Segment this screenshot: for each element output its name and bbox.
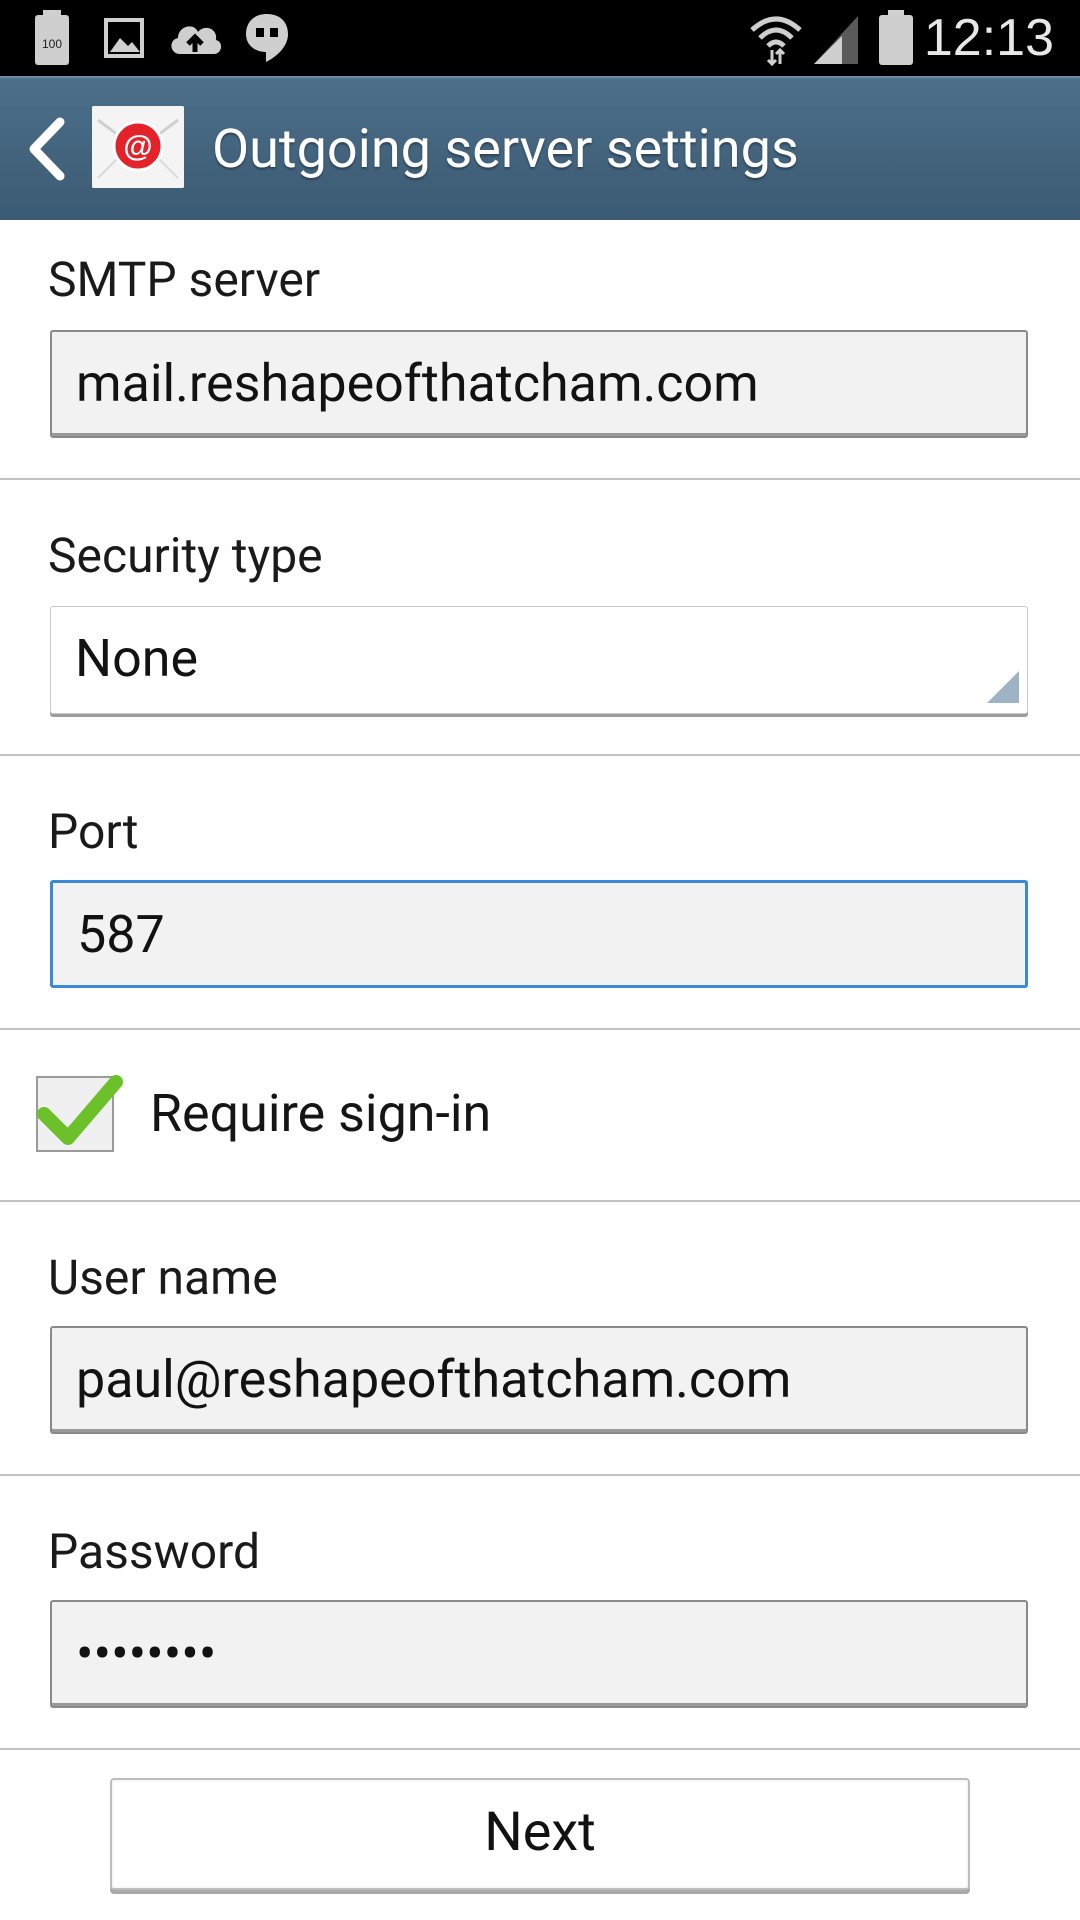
divider <box>0 1474 1080 1476</box>
password-label: Password <box>48 1523 261 1580</box>
chevron-left-icon[interactable] <box>26 116 70 182</box>
checkmark-icon <box>37 1075 123 1145</box>
dropdown-corner-icon <box>987 671 1019 703</box>
svg-text:@: @ <box>123 130 152 163</box>
security-type-value: None <box>75 628 199 689</box>
battery-icon <box>879 10 913 65</box>
divider <box>0 478 1080 480</box>
next-button[interactable]: Next <box>110 1778 970 1890</box>
svg-text:100: 100 <box>42 37 62 51</box>
wifi-icon <box>750 16 802 66</box>
battery-100-icon: 100 <box>35 10 69 65</box>
status-bar: 100 12:13 <box>0 0 1080 76</box>
divider <box>0 1028 1080 1030</box>
user-name-label: User name <box>48 1249 278 1306</box>
divider <box>0 1748 1080 1750</box>
divider <box>0 1200 1080 1202</box>
email-app-icon[interactable]: @ <box>92 106 184 188</box>
smtp-server-input[interactable]: mail.reshapeofthatcham.com <box>50 330 1028 438</box>
require-signin-checkbox[interactable] <box>36 1075 123 1152</box>
user-name-input[interactable]: paul@reshapeofthatcham.com <box>50 1326 1028 1434</box>
action-bar: @ Outgoing server settings <box>0 76 1080 220</box>
password-input[interactable]: •••••••• <box>50 1600 1028 1708</box>
signal-icon <box>814 16 858 64</box>
clock: 12:13 <box>923 9 1054 67</box>
port-label: Port <box>48 803 139 860</box>
cloud-upload-icon <box>171 26 222 54</box>
smtp-server-label: SMTP server <box>48 251 321 308</box>
security-type-label: Security type <box>48 527 323 584</box>
security-type-select[interactable]: None <box>50 606 1028 714</box>
page-title: Outgoing server settings <box>212 118 799 181</box>
port-input[interactable]: 587 <box>50 880 1028 988</box>
gallery-icon <box>104 18 144 58</box>
require-signin-label[interactable]: Require sign-in <box>150 1082 491 1146</box>
divider <box>0 754 1080 756</box>
hangouts-icon <box>246 14 288 62</box>
